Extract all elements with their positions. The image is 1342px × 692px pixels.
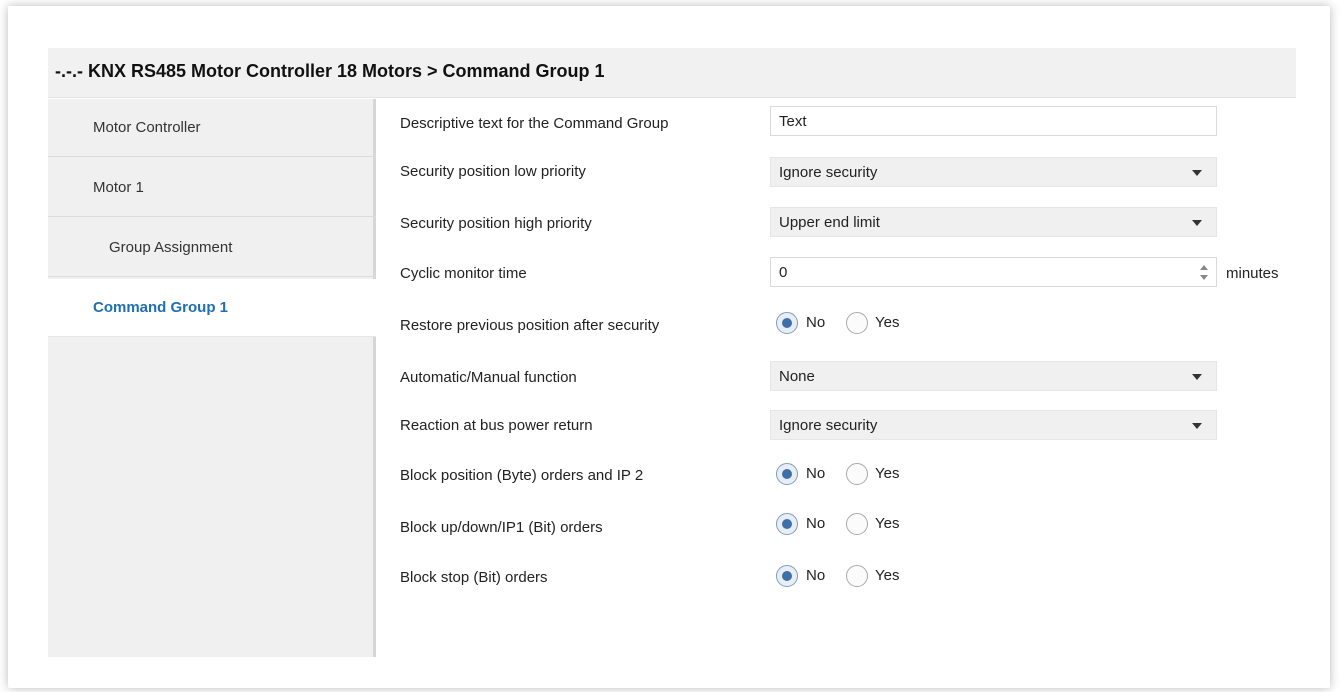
page-header: -.-.- KNX RS485 Motor Controller 18 Moto… <box>48 48 1296 98</box>
cyclic-monitor-unit: minutes <box>1226 265 1279 282</box>
sidebar-item-label: Motor Controller <box>93 119 201 136</box>
auto-manual-select[interactable]: None <box>770 361 1217 391</box>
auto-manual-label: Automatic/Manual function <box>400 369 577 386</box>
security-high-label: Security position high priority <box>400 215 592 232</box>
radio-no-label: No <box>806 515 826 532</box>
sidebar-item-motor-1[interactable]: Motor 1 <box>48 159 376 217</box>
cyclic-monitor-value: 0 <box>779 264 788 281</box>
chevron-down-icon <box>1192 423 1202 429</box>
spin-arrows[interactable] <box>1198 263 1210 283</box>
sidebar: Motor Controller Motor 1 Group Assignmen… <box>48 99 376 657</box>
radio-yes-label: Yes <box>875 515 900 532</box>
spin-up-icon[interactable] <box>1200 265 1208 270</box>
radio-no-label: No <box>806 465 826 482</box>
radio-yes-label: Yes <box>875 465 900 482</box>
security-low-select[interactable]: Ignore security <box>770 157 1217 187</box>
descriptive-text-label: Descriptive text for the Command Group <box>400 115 669 132</box>
bus-power-return-select[interactable]: Ignore security <box>770 410 1217 440</box>
radio-yes-label: Yes <box>875 314 900 331</box>
security-high-value: Upper end limit <box>779 214 880 231</box>
cyclic-monitor-stepper[interactable]: 0 <box>770 257 1217 287</box>
chevron-down-icon <box>1192 374 1202 380</box>
radio-no[interactable] <box>776 513 798 535</box>
sidebar-item-motor-controller[interactable]: Motor Controller <box>48 99 376 157</box>
radio-yes[interactable] <box>846 565 868 587</box>
radio-yes[interactable] <box>846 513 868 535</box>
radio-no-label: No <box>806 314 826 331</box>
bus-power-return-value: Ignore security <box>779 417 878 434</box>
spin-down-icon[interactable] <box>1200 275 1208 280</box>
radio-yes-label: Yes <box>875 567 900 584</box>
descriptive-text-input[interactable]: Text <box>770 106 1217 136</box>
sidebar-item-command-group-1[interactable]: Command Group 1 <box>48 279 376 337</box>
restore-position-label: Restore previous position after security <box>400 317 660 334</box>
chevron-down-icon <box>1192 220 1202 226</box>
chevron-down-icon <box>1192 170 1202 176</box>
radio-no-label: No <box>806 567 826 584</box>
radio-no[interactable] <box>776 565 798 587</box>
security-low-label: Security position low priority <box>400 163 586 180</box>
sidebar-item-group-assignment[interactable]: Group Assignment <box>48 219 376 277</box>
parameter-panel: Descriptive text for the Command Group T… <box>376 99 1296 657</box>
radio-no[interactable] <box>776 463 798 485</box>
cyclic-monitor-label: Cyclic monitor time <box>400 265 527 282</box>
sidebar-item-label: Command Group 1 <box>93 299 229 316</box>
descriptive-text-value: Text <box>779 113 807 130</box>
security-high-select[interactable]: Upper end limit <box>770 207 1217 237</box>
radio-yes[interactable] <box>846 463 868 485</box>
block-byte-label: Block position (Byte) orders and IP 2 <box>400 467 644 484</box>
block-stop-label: Block stop (Bit) orders <box>400 569 548 586</box>
bus-power-return-label: Reaction at bus power return <box>400 417 593 434</box>
block-updown-label: Block up/down/IP1 (Bit) orders <box>400 519 603 536</box>
auto-manual-value: None <box>779 368 815 385</box>
radio-yes[interactable] <box>846 312 868 334</box>
sidebar-item-label: Motor 1 <box>93 179 144 196</box>
security-low-value: Ignore security <box>779 164 878 181</box>
sidebar-item-label: Group Assignment <box>109 239 233 256</box>
page-title: -.-.- KNX RS485 Motor Controller 18 Moto… <box>55 61 605 81</box>
radio-no[interactable] <box>776 312 798 334</box>
